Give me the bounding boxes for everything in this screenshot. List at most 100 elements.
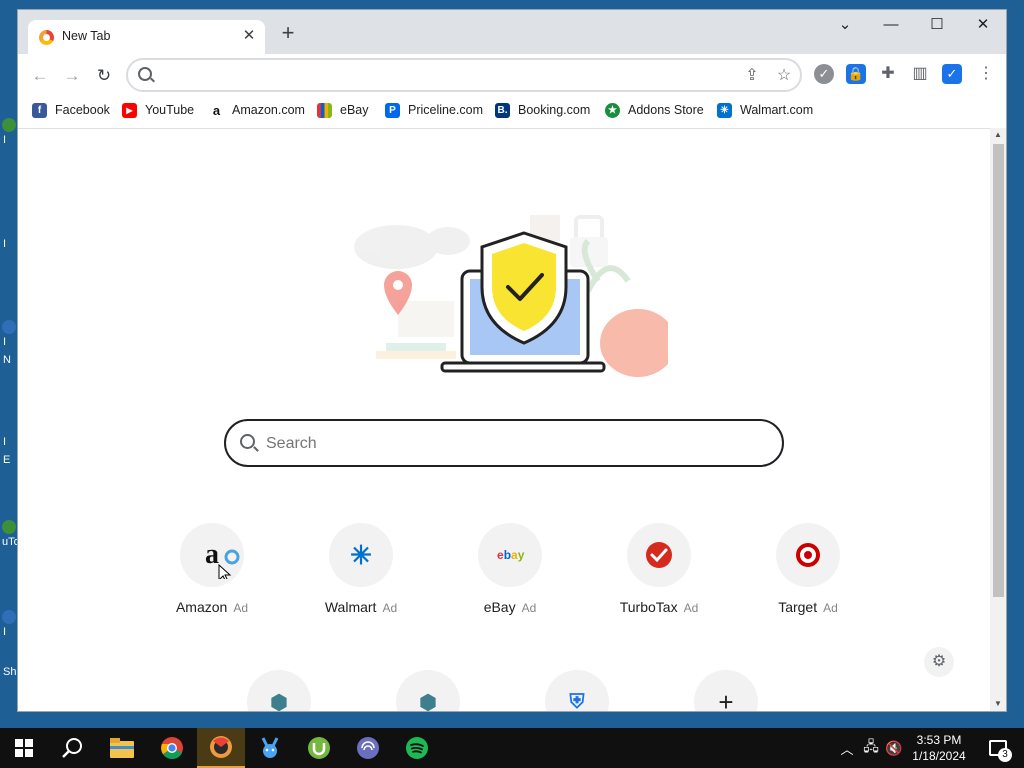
newtab-search-box[interactable] xyxy=(224,419,784,467)
turbotax-logo-icon xyxy=(646,542,672,568)
folder-icon xyxy=(110,738,134,758)
close-tab-icon[interactable]: ✕ xyxy=(241,27,257,45)
action-center-button[interactable]: 3 xyxy=(978,728,1018,768)
reload-button[interactable]: ↻ xyxy=(90,62,118,90)
newtab-search-input[interactable] xyxy=(266,433,746,455)
shield-extension-icon[interactable]: ✓ xyxy=(942,64,962,84)
back-button[interactable]: ← xyxy=(26,62,54,90)
taskbar-app-swirl[interactable] xyxy=(344,728,392,768)
cube-icon: ⬢ xyxy=(419,691,437,712)
walmart-icon: ✳ xyxy=(717,102,732,118)
browser-toolbar: ← → ↻ ⇪ ☆ ✓ 🔒 ✚ ▥ ✓ ⋮ f Facebook ▶ YouTu… xyxy=(18,54,1006,128)
clock-date: 1/18/2024 xyxy=(912,749,966,763)
bookmark-star-icon[interactable]: ☆ xyxy=(772,64,796,88)
tab-title: New Tab xyxy=(62,29,111,43)
rabbit-icon xyxy=(261,737,279,758)
side-panel-icon[interactable]: ▥ xyxy=(910,64,930,84)
extensions-puzzle-icon[interactable]: ✚ xyxy=(878,64,898,84)
shortcut-tile-turbotax[interactable]: TurboTax Ad xyxy=(604,523,714,623)
bookmark-amazon[interactable]: a Amazon.com xyxy=(209,98,305,122)
browser-logo-icon xyxy=(210,736,232,758)
start-button[interactable] xyxy=(0,728,48,768)
customize-settings-gear-icon[interactable]: ⚙ xyxy=(924,647,954,677)
bookmark-facebook[interactable]: f Facebook xyxy=(32,98,110,122)
ad-badge: Ad xyxy=(382,601,398,615)
search-icon xyxy=(240,434,255,449)
tile-label: Amazon xyxy=(175,599,228,615)
menu-kebab-icon[interactable]: ⋮ xyxy=(976,64,996,84)
shortcut-tile-second-row[interactable]: ⬢ xyxy=(247,670,311,711)
share-icon[interactable]: ⇪ xyxy=(740,64,764,88)
taskbar-spotify[interactable] xyxy=(393,728,441,768)
page-scrollbar[interactable]: ▲ ▼ xyxy=(990,128,1006,711)
priceline-icon: P xyxy=(385,102,400,118)
network-icon[interactable]: 🖧 xyxy=(860,728,882,768)
addons-store-icon: ★ xyxy=(605,102,620,118)
taskbar-file-explorer[interactable] xyxy=(98,728,146,768)
desktop-icon[interactable]: uTo xyxy=(0,520,20,550)
tab-new-tab[interactable]: New Tab ✕ xyxy=(28,20,265,54)
close-window-button[interactable]: ✕ xyxy=(960,10,1006,40)
tile-icon-circle: ✳ xyxy=(329,523,393,587)
taskbar-search-button[interactable] xyxy=(48,728,96,768)
taskbar-chrome[interactable] xyxy=(148,728,196,768)
new-tab-button[interactable]: + xyxy=(276,22,300,46)
desktop-icon[interactable]: N xyxy=(0,338,18,368)
booking-icon: B. xyxy=(495,102,510,118)
shortcut-tile-second-row[interactable]: ⬢ xyxy=(396,670,460,711)
bookmark-youtube[interactable]: ▶ YouTube xyxy=(122,98,194,122)
lock-extension-icon[interactable]: 🔒 xyxy=(846,64,866,84)
bookmark-priceline[interactable]: P Priceline.com xyxy=(385,98,483,122)
desktop-icon[interactable]: I xyxy=(0,610,18,640)
desktop-icon[interactable]: Sh xyxy=(0,650,18,680)
scroll-down-icon[interactable]: ▼ xyxy=(990,697,1006,711)
tile-icon-circle: ebay xyxy=(478,523,542,587)
spotify-icon xyxy=(406,737,428,759)
desktop-icon[interactable]: E xyxy=(0,438,18,468)
system-clock[interactable]: 3:53 PM 1/18/2024 xyxy=(906,728,972,768)
taskbar-browser-active[interactable] xyxy=(197,728,245,768)
windows-logo-icon xyxy=(15,739,33,757)
browser-window: New Tab ✕ + ⌄ — ☐ ✕ ← → ↻ ⇪ ☆ ✓ 🔒 ✚ ▥ ✓ … xyxy=(18,10,1006,711)
clock-time: 3:53 PM xyxy=(916,733,962,747)
shield-icon: ⛨ xyxy=(569,690,585,712)
forward-button[interactable]: → xyxy=(58,62,86,90)
volume-muted-icon[interactable]: 🔇 xyxy=(884,728,904,768)
extension-badge-icon[interactable]: ✓ xyxy=(814,64,834,84)
tab-search-button[interactable]: ⌄ xyxy=(822,10,868,40)
desktop-icon[interactable]: I xyxy=(0,118,18,148)
bookmark-ebay[interactable]: eBay xyxy=(317,98,369,122)
add-icon: + xyxy=(718,686,734,712)
shortcut-tile-second-row[interactable]: ⛨ xyxy=(545,670,609,711)
shortcut-tile-amazon[interactable]: a Amazon Ad xyxy=(157,523,267,623)
add-shortcut-button[interactable]: + xyxy=(694,670,758,711)
chrome-icon xyxy=(161,737,183,759)
ad-badge: Ad xyxy=(683,601,699,615)
taskbar-app-rabbit[interactable] xyxy=(246,728,294,768)
new-tab-page: a AmazonAd ✳ WalmartAd ebay eBayAd xyxy=(18,128,990,711)
tray-overflow-chevron-icon[interactable]: ︿ xyxy=(838,728,856,768)
minimize-button[interactable]: — xyxy=(868,10,914,40)
scroll-thumb[interactable] xyxy=(993,144,1004,597)
security-hero-illustration xyxy=(354,215,668,377)
desktop-icon[interactable]: I xyxy=(0,222,18,252)
search-icon xyxy=(62,738,82,758)
ebay-logo-icon: ebay xyxy=(497,548,525,562)
facebook-icon: f xyxy=(32,102,47,118)
scroll-up-icon[interactable]: ▲ xyxy=(990,128,1006,142)
svg-text:ebay: ebay xyxy=(497,548,525,562)
shortcut-tile-target[interactable]: Target Ad xyxy=(753,523,863,623)
taskbar-utorrent[interactable] xyxy=(295,728,343,768)
windows-taskbar: ︿ 🖧 🔇 3:53 PM 1/18/2024 3 xyxy=(0,728,1024,768)
mouse-cursor xyxy=(218,549,240,579)
bookmark-addons-store[interactable]: ★ Addons Store xyxy=(605,98,704,122)
shortcut-tile-walmart[interactable]: ✳ Walmart Ad xyxy=(306,523,416,623)
bookmark-walmart[interactable]: ✳ Walmart.com xyxy=(717,98,813,122)
youtube-icon: ▶ xyxy=(122,102,137,118)
maximize-button[interactable]: ☐ xyxy=(914,10,960,40)
bookmark-booking[interactable]: B. Booking.com xyxy=(495,98,590,122)
shortcut-tile-ebay[interactable]: ebay eBay Ad xyxy=(455,523,565,623)
ad-badge: Ad xyxy=(233,601,249,615)
address-bar[interactable]: ⇪ ☆ xyxy=(126,58,802,92)
address-input[interactable] xyxy=(160,64,720,86)
